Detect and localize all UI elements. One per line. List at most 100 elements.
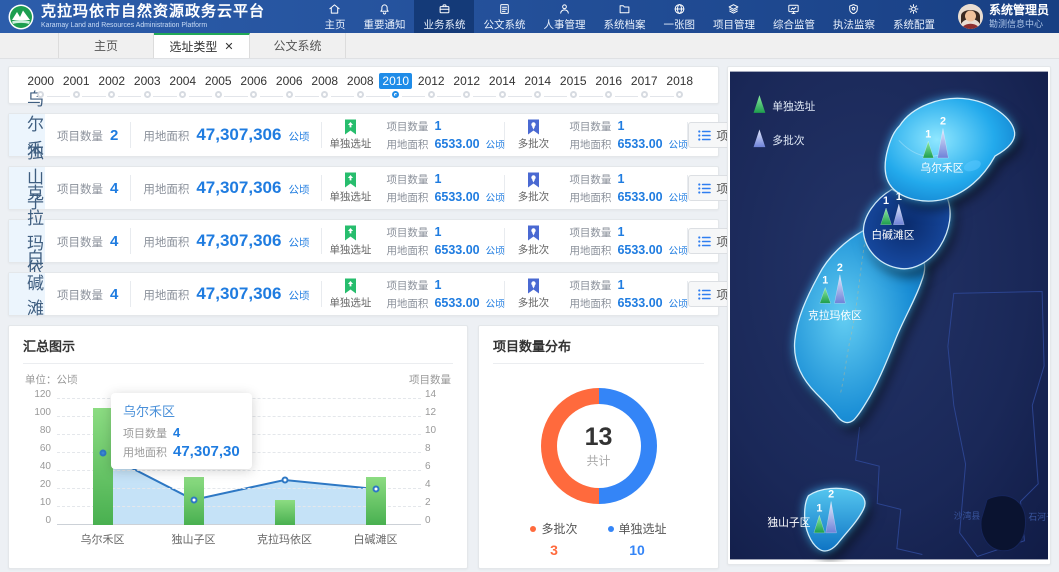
timeline-dot[interactable] bbox=[321, 91, 328, 98]
timeline-year[interactable]: 2018 bbox=[662, 73, 698, 103]
timeline-year[interactable]: 2014 bbox=[485, 73, 521, 103]
tab[interactable]: 主页 bbox=[58, 33, 154, 58]
svg-text:1: 1 bbox=[822, 275, 828, 287]
line-point-克拉玛依区[interactable] bbox=[281, 477, 288, 484]
timeline-year[interactable]: 2003 bbox=[130, 73, 166, 103]
district-row: 独山子区 项目数量4 用地面积47,307,306公顷 单独选址 项目数量1 用… bbox=[8, 166, 719, 210]
line-point-白碱滩区[interactable] bbox=[372, 486, 379, 493]
map-panel: 沙湾县 石河子 单独选址 多批次 12乌尔禾区11白碱滩区12克拉玛依区12独山… bbox=[727, 66, 1051, 565]
district-map[interactable]: 沙湾县 石河子 单独选址 多批次 12乌尔禾区11白碱滩区12克拉玛依区12独山… bbox=[730, 69, 1048, 562]
pie-legend-item[interactable]: 多批次 3 bbox=[530, 520, 577, 558]
left-tick-label: 40 bbox=[23, 461, 51, 472]
timeline-year[interactable]: 2006 bbox=[236, 73, 272, 103]
timeline-dot[interactable] bbox=[215, 91, 222, 98]
tab[interactable]: 选址类型 ✕ bbox=[154, 33, 250, 58]
timeline-year[interactable]: 2001 bbox=[59, 73, 95, 103]
timeline-dot[interactable] bbox=[499, 91, 506, 98]
nav-item-bell[interactable]: 重要通知 bbox=[354, 0, 414, 33]
donut-chart[interactable]: 13 共计 bbox=[541, 388, 657, 504]
timeline-year[interactable]: 2000 bbox=[23, 73, 59, 103]
blue-ribbon-icon bbox=[527, 172, 540, 188]
timeline-year[interactable]: 2006 bbox=[272, 73, 308, 103]
left-tick-label: 80 bbox=[23, 425, 51, 436]
x-axis-labels: 乌尔禾区独山子区克拉玛依区白碱滩区 bbox=[57, 531, 421, 547]
timeline-dot[interactable] bbox=[250, 91, 257, 98]
bar-乌尔禾区[interactable] bbox=[93, 408, 113, 525]
tab[interactable]: 公文系统 bbox=[250, 33, 346, 58]
summary-chart-title: 汇总图示 bbox=[23, 336, 453, 364]
home-icon bbox=[327, 2, 342, 16]
timeline-year[interactable]: 2010 bbox=[378, 73, 414, 103]
timeline-year[interactable]: 2008 bbox=[343, 73, 379, 103]
brand: 克拉玛依市自然资源政务云平台 Karamay Land and Resource… bbox=[8, 4, 265, 30]
x-axis-label: 白碱滩区 bbox=[330, 531, 421, 547]
single-site-stats: 项目数量1 用地面积6533.00公顷 bbox=[378, 225, 504, 258]
timeline-dot[interactable] bbox=[676, 91, 683, 98]
nav-item-document[interactable]: 公文系统 bbox=[474, 0, 534, 33]
x-axis-label: 克拉玛依区 bbox=[239, 531, 330, 547]
timeline-year[interactable]: 2016 bbox=[591, 73, 627, 103]
timeline-dot[interactable] bbox=[357, 91, 364, 98]
bar-白碱滩区[interactable] bbox=[366, 477, 386, 525]
timeline-year[interactable]: 2017 bbox=[627, 73, 663, 103]
green-ribbon-icon bbox=[344, 225, 357, 241]
timeline-dot[interactable] bbox=[534, 91, 541, 98]
tab-close-icon[interactable]: ✕ bbox=[224, 40, 233, 53]
timeline-dot[interactable] bbox=[428, 91, 435, 98]
timeline-dot[interactable] bbox=[37, 91, 44, 98]
timeline-dot[interactable] bbox=[570, 91, 577, 98]
line-point-乌尔禾区[interactable] bbox=[99, 450, 106, 457]
timeline-dot[interactable] bbox=[144, 91, 151, 98]
svg-text:1: 1 bbox=[925, 128, 931, 140]
district-project-count: 4 bbox=[110, 286, 118, 303]
timeline-year[interactable]: 2008 bbox=[307, 73, 343, 103]
timeline-dot[interactable] bbox=[605, 91, 612, 98]
map-region-label: 白碱滩区 bbox=[871, 228, 914, 241]
nav-item-monitor[interactable]: 综合监管 bbox=[764, 0, 824, 33]
multi-batch-badge: 多批次 bbox=[505, 119, 561, 151]
timeline-dot[interactable] bbox=[108, 91, 115, 98]
timeline-year[interactable]: 2002 bbox=[94, 73, 130, 103]
nav-item-briefcase[interactable]: 业务系统 bbox=[414, 0, 474, 33]
avatar[interactable] bbox=[958, 4, 983, 29]
line-point-独山子区[interactable] bbox=[190, 496, 197, 503]
timeline-dot[interactable] bbox=[179, 91, 186, 98]
nav-item-gear[interactable]: 系统配置 bbox=[884, 0, 944, 33]
tooltip-row2-label: 用地面积 bbox=[123, 444, 167, 460]
pie-legend-value: 10 bbox=[608, 542, 667, 558]
nav-item-home[interactable]: 主页 bbox=[315, 0, 354, 33]
district-rows: 乌尔禾区 项目数量2 用地面积47,307,306公顷 单独选址 项目数量1 用… bbox=[8, 113, 719, 316]
nav-item-globe[interactable]: 一张图 bbox=[654, 0, 704, 33]
timeline-year[interactable]: 2012 bbox=[449, 73, 485, 103]
timeline-dot[interactable] bbox=[73, 91, 80, 98]
timeline-dot[interactable] bbox=[641, 91, 648, 98]
district-land-area: 47,307,306 bbox=[196, 125, 281, 145]
single-site-badge: 单独选址 bbox=[322, 278, 378, 310]
multi-batch-stats: 项目数量1 用地面积6533.00公顷 bbox=[561, 172, 687, 205]
nav-item-shield[interactable]: 执法监察 bbox=[824, 0, 884, 33]
timeline-year[interactable]: 2014 bbox=[520, 73, 556, 103]
legend-single-label: 单独选址 bbox=[772, 100, 815, 113]
list-icon bbox=[698, 130, 711, 141]
timeline-year[interactable]: 2005 bbox=[201, 73, 237, 103]
timeline-year[interactable]: 2012 bbox=[414, 73, 450, 103]
person-icon bbox=[557, 2, 572, 16]
nav-item-folder[interactable]: 系统档案 bbox=[594, 0, 654, 33]
nav-item-person[interactable]: 人事管理 bbox=[534, 0, 594, 33]
timeline-dot[interactable] bbox=[392, 91, 399, 98]
nav-item-layers[interactable]: 项目管理 bbox=[704, 0, 764, 33]
donut-total-label: 共计 bbox=[586, 452, 610, 469]
timeline-dot[interactable] bbox=[463, 91, 470, 98]
document-icon bbox=[497, 2, 512, 16]
timeline-year[interactable]: 2015 bbox=[556, 73, 592, 103]
bar-克拉玛依区[interactable] bbox=[275, 500, 295, 525]
timeline-dot[interactable] bbox=[286, 91, 293, 98]
bell-icon bbox=[377, 2, 392, 16]
timeline-year[interactable]: 2004 bbox=[165, 73, 201, 103]
app-header: 克拉玛依市自然资源政务云平台 Karamay Land and Resource… bbox=[0, 0, 1059, 33]
user-menu[interactable]: 系统管理员 勘测信息中心 bbox=[958, 4, 1049, 30]
pie-legend-item[interactable]: 单独选址 10 bbox=[608, 520, 667, 558]
right-tick-label: 0 bbox=[425, 515, 453, 526]
svg-text:2: 2 bbox=[837, 262, 843, 274]
single-site-badge: 单独选址 bbox=[322, 172, 378, 204]
